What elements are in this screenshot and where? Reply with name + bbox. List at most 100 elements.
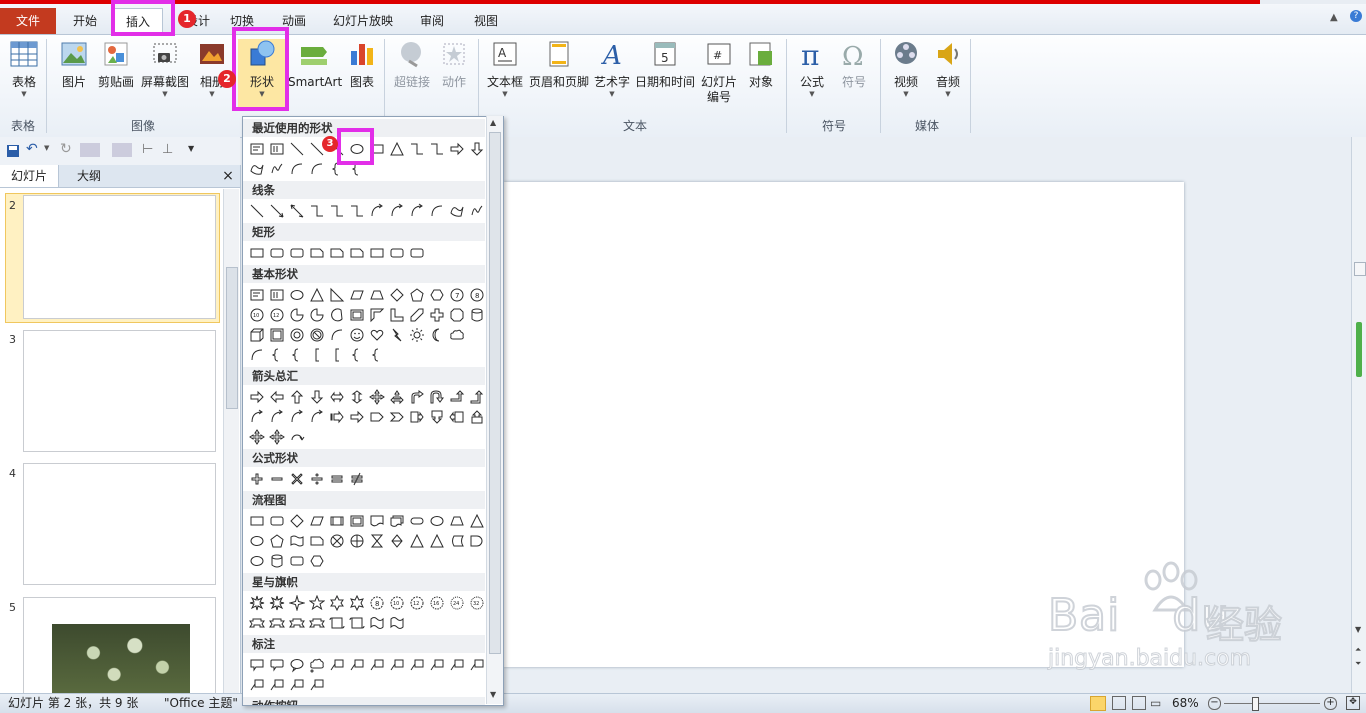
- shape-tri-icon[interactable]: [467, 511, 487, 531]
- textbox-button[interactable]: A 文本框 ▼: [484, 39, 526, 98]
- shape-ribbon-icon[interactable]: [247, 613, 267, 633]
- customize-qat-icon[interactable]: ▼: [188, 144, 194, 153]
- shape-div-icon[interactable]: [307, 469, 327, 489]
- shape-diag-icon[interactable]: [407, 305, 427, 325]
- shape-burst-icon[interactable]: [267, 593, 287, 613]
- shape-lup-icon[interactable]: [447, 387, 467, 407]
- shape-oct-icon[interactable]: [447, 305, 467, 325]
- reading-view-icon[interactable]: [1132, 696, 1146, 710]
- normal-view-icon[interactable]: [1090, 696, 1106, 711]
- shape-tb-icon[interactable]: [247, 139, 267, 159]
- shape-lrarr-icon[interactable]: [327, 387, 347, 407]
- slide-thumbnail-4[interactable]: [23, 463, 216, 585]
- shape-frame-icon[interactable]: [347, 511, 367, 531]
- shape-arc-icon[interactable]: [427, 201, 447, 221]
- shape-oval-icon[interactable]: [247, 551, 267, 571]
- shape-lrup-icon[interactable]: [387, 387, 407, 407]
- shape-plus-icon[interactable]: [427, 305, 447, 325]
- shape-bup-icon[interactable]: [467, 387, 487, 407]
- shape-para-icon[interactable]: [307, 511, 327, 531]
- shape-star12-icon[interactable]: 12: [407, 593, 427, 613]
- shape-bolt-icon[interactable]: [387, 325, 407, 345]
- shape-sun-icon[interactable]: [407, 325, 427, 345]
- table-button[interactable]: 表格 ▼: [6, 39, 42, 98]
- shape-pie-icon[interactable]: [287, 305, 307, 325]
- shape-star8-icon[interactable]: 8: [367, 593, 387, 613]
- shape-lc-icon[interactable]: [327, 655, 347, 675]
- shape-noentry-icon[interactable]: [307, 325, 327, 345]
- tab-view[interactable]: 视图: [466, 8, 506, 34]
- shape-half-icon[interactable]: [367, 305, 387, 325]
- shape-ribbon-icon[interactable]: [287, 613, 307, 633]
- shape-lc-icon[interactable]: [407, 655, 427, 675]
- symbol-button[interactable]: Ω 符号: [834, 39, 874, 90]
- shape-n8-icon[interactable]: 8: [467, 285, 487, 305]
- shape-ln-icon[interactable]: [247, 201, 267, 221]
- shape-ucall-icon[interactable]: [467, 407, 487, 427]
- shape-lc-icon[interactable]: [447, 655, 467, 675]
- zoom-out-icon[interactable]: −: [1208, 697, 1221, 710]
- shape-arc-icon[interactable]: [327, 325, 347, 345]
- tab-outline[interactable]: 大纲: [60, 165, 118, 187]
- shape-scrib-icon[interactable]: [467, 201, 487, 221]
- audio-button[interactable]: 音频 ▼: [928, 39, 968, 98]
- shape-dcall-icon[interactable]: [427, 407, 447, 427]
- shape-rarr-icon[interactable]: [447, 139, 467, 159]
- panel-scrollbar[interactable]: [223, 189, 239, 693]
- chart-button[interactable]: 图表: [344, 39, 380, 90]
- scroll-grip[interactable]: [1354, 262, 1366, 276]
- shape-lc-icon[interactable]: [347, 655, 367, 675]
- align-icon[interactable]: ⊢: [142, 142, 153, 157]
- shape-cube-icon[interactable]: [247, 325, 267, 345]
- shape-rrect-icon[interactable]: [407, 243, 427, 263]
- shape-rrect-icon[interactable]: [387, 243, 407, 263]
- shape-free-icon[interactable]: [247, 159, 267, 179]
- shape-lc-icon[interactable]: [267, 675, 287, 695]
- shape-rarr-icon[interactable]: [247, 387, 267, 407]
- shape-circarr-icon[interactable]: [287, 427, 307, 447]
- help-icon[interactable]: ?: [1350, 10, 1362, 22]
- shape-trap-icon[interactable]: [367, 285, 387, 305]
- shape-darr-icon[interactable]: [467, 139, 487, 159]
- shape-n12-icon[interactable]: 12: [267, 305, 287, 325]
- shape-star5-icon[interactable]: [307, 593, 327, 613]
- shape-arc-icon[interactable]: [307, 159, 327, 179]
- shape-neq-icon[interactable]: [347, 469, 367, 489]
- shape-brace-icon[interactable]: [287, 345, 307, 365]
- collapse-ribbon-icon[interactable]: ▲: [1330, 12, 1338, 23]
- hyperlink-button[interactable]: 超链接: [390, 39, 434, 90]
- previous-slide-icon[interactable]: ⏶: [1355, 645, 1361, 655]
- tab-review[interactable]: 审阅: [412, 8, 452, 34]
- shape-rrcall-icon[interactable]: [267, 655, 287, 675]
- shape-corner-icon[interactable]: [387, 305, 407, 325]
- shape-cloudc-icon[interactable]: [307, 655, 327, 675]
- shape-hex-icon[interactable]: [307, 551, 327, 571]
- shape-xcirc-icon[interactable]: [327, 531, 347, 551]
- shape-scroll-icon[interactable]: [347, 613, 367, 633]
- shape-elbow-icon[interactable]: [307, 201, 327, 221]
- shape-mdoc-icon[interactable]: [387, 511, 407, 531]
- shape-pentarr-icon[interactable]: [367, 407, 387, 427]
- shape-vtb-icon[interactable]: [267, 139, 287, 159]
- shape-burst-icon[interactable]: [247, 593, 267, 613]
- shape-doc-icon[interactable]: [367, 511, 387, 531]
- shape-rrect-icon[interactable]: [287, 243, 307, 263]
- zoom-level[interactable]: 68%: [1172, 694, 1199, 713]
- shape-curve-icon[interactable]: [287, 407, 307, 427]
- scroll-down-icon[interactable]: ▼: [1355, 625, 1361, 634]
- shape-moon-icon[interactable]: [427, 325, 447, 345]
- shape-uturn-icon[interactable]: [427, 387, 447, 407]
- zoom-slider-handle[interactable]: [1252, 697, 1259, 711]
- shape-rarr-icon[interactable]: [347, 407, 367, 427]
- distribute-icon[interactable]: ⊥: [162, 142, 173, 157]
- shape-larr-icon[interactable]: [267, 201, 287, 221]
- shape-elbow-icon[interactable]: [427, 139, 447, 159]
- shape-vtb-icon[interactable]: [267, 285, 287, 305]
- next-slide-icon[interactable]: ⏷: [1355, 659, 1361, 669]
- shape-snip-icon[interactable]: [327, 243, 347, 263]
- shape-snip-icon[interactable]: [307, 243, 327, 263]
- shape-ocall-icon[interactable]: [287, 655, 307, 675]
- shape-lc-icon[interactable]: [247, 675, 267, 695]
- video-button[interactable]: 视频 ▼: [886, 39, 926, 98]
- shape-para-icon[interactable]: [347, 285, 367, 305]
